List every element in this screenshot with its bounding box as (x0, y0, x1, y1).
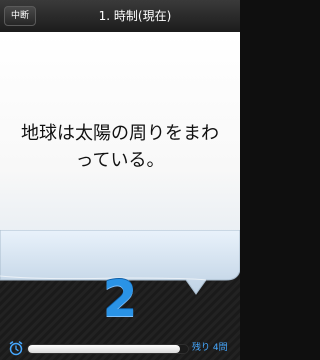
timer-bar-fill (28, 345, 180, 353)
question-text: 地球は太陽の周りをまわっている。 (21, 123, 219, 171)
timer-bar (27, 344, 189, 354)
back-button[interactable]: 中断 (4, 6, 36, 26)
nav-bar: 中断 1. 時制(現在) (0, 0, 240, 33)
page-title: 1. 時制(現在) (98, 9, 172, 23)
remaining-count: 残り 4問 (192, 343, 228, 353)
answer-number: 2 (102, 270, 138, 328)
alarm-clock-icon (9, 341, 23, 356)
